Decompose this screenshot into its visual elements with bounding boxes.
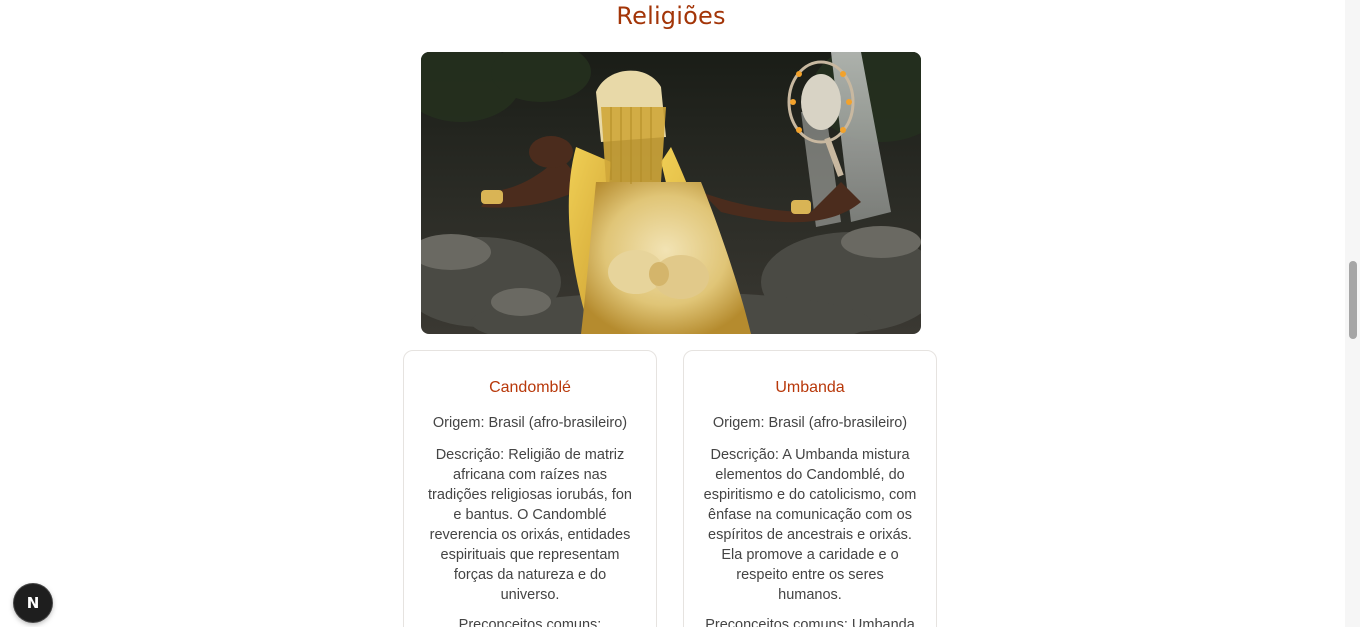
page: Religiões Candomblé Origem: Brasil (afro… (0, 0, 1360, 627)
card-title: Umbanda (775, 379, 845, 396)
orisha-photo (421, 52, 921, 334)
religion-card-umbanda: Umbanda Origem: Brasil (afro-brasileiro)… (683, 350, 937, 627)
card-title: Candomblé (489, 379, 571, 396)
card-description: Descrição: Religião de matriz africana c… (428, 447, 632, 603)
religion-card-candomble: Candomblé Origem: Brasil (afro-brasileir… (403, 350, 657, 627)
vertical-scrollbar[interactable] (1345, 0, 1360, 627)
card-origin: Origem: Brasil (afro-brasileiro) (432, 415, 628, 431)
card-origin: Origem: Brasil (afro-brasileiro) (712, 415, 908, 431)
scrollbar-thumb[interactable] (1349, 261, 1357, 339)
card-prejudice: Preconceitos comuns: Umbanda (705, 617, 915, 627)
section-title: Religiões (616, 2, 726, 30)
card-description: Descrição: A Umbanda mistura elementos d… (703, 447, 917, 603)
hero-image (421, 52, 921, 334)
nextjs-dev-badge[interactable]: N (14, 584, 52, 622)
card-prejudice: Preconceitos comuns: (458, 617, 602, 627)
